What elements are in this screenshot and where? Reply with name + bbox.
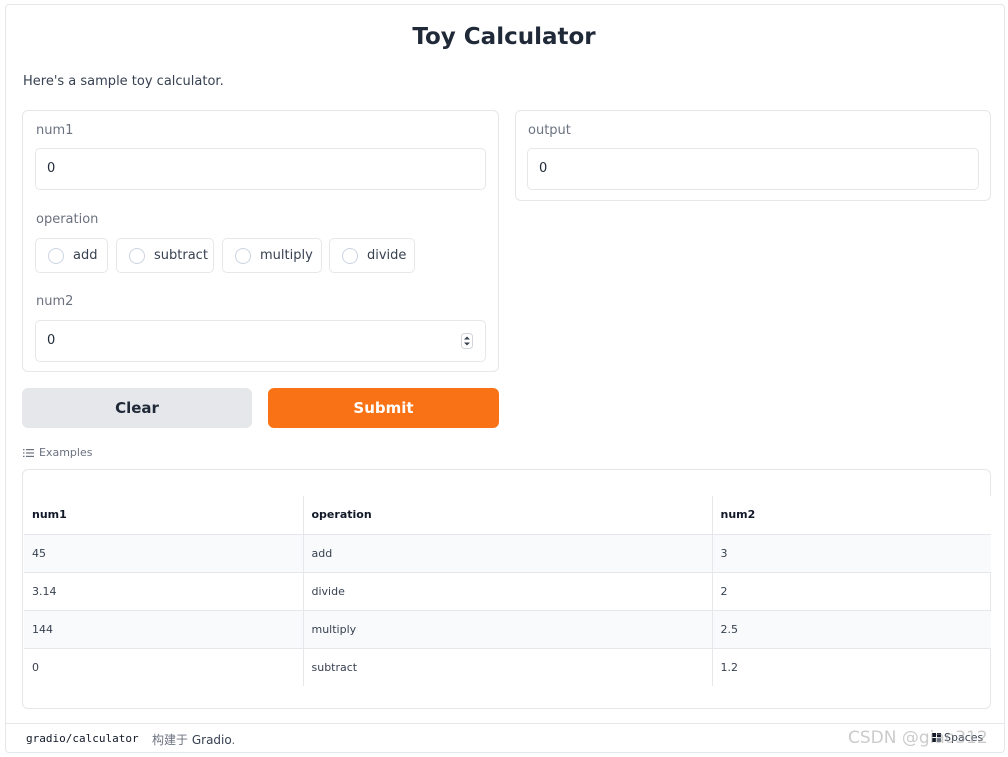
operation-label: operation: [36, 212, 99, 227]
table-cell: 1.2: [720, 660, 739, 674]
table-row[interactable]: 3.14 divide 2: [24, 572, 991, 611]
table-cell: 144: [24, 610, 304, 649]
table-cell: 45: [24, 534, 304, 573]
radio-circle-icon: [235, 247, 251, 264]
period: .: [231, 733, 236, 747]
num1-label: num1: [36, 123, 74, 138]
examples-header: Examples: [23, 446, 92, 459]
table-row[interactable]: 45 add 3: [24, 534, 991, 573]
output-label: output: [528, 123, 571, 138]
page-title: Toy Calculator: [412, 24, 596, 50]
radio-divide-label: divide: [367, 248, 407, 263]
radio-add[interactable]: add: [35, 238, 108, 273]
gradio-link[interactable]: Gradio: [192, 733, 232, 747]
submit-button[interactable]: Submit: [268, 388, 499, 428]
table-cell: 2: [712, 572, 991, 611]
column-header-num2: num2: [712, 496, 991, 535]
table-cell: 2.5: [712, 610, 991, 649]
examples-label: Examples: [39, 446, 93, 459]
table-header-row: num1 operation num2: [24, 496, 991, 535]
table-cell: multiply: [303, 610, 713, 649]
radio-circle-icon: [129, 247, 145, 264]
num2-value: 0: [47, 333, 56, 348]
radio-add-label: add: [73, 248, 98, 263]
radio-subtract-label: subtract: [154, 248, 208, 263]
column-header-operation: operation: [303, 496, 713, 535]
watermark-text: CSDN @giao312: [848, 728, 988, 748]
inputs-panel: num1 0 operation add subtract multiply d…: [22, 110, 499, 372]
table-row[interactable]: 0 subtract 1.2: [24, 648, 991, 686]
repo-link[interactable]: gradio/calculator: [26, 732, 139, 745]
num2-input[interactable]: 0: [35, 320, 486, 362]
radio-circle-icon: [342, 247, 358, 264]
list-icon: [23, 448, 34, 457]
table-cell: 3.14: [24, 572, 304, 611]
page-description: Here's a sample toy calculator.: [23, 74, 224, 89]
column-header-num1: num1: [24, 496, 304, 535]
spinner-arrows-icon[interactable]: [461, 333, 473, 349]
output-panel: output 0: [515, 110, 991, 201]
built-with-label: 构建于: [152, 733, 189, 747]
radio-multiply[interactable]: multiply: [222, 238, 322, 273]
examples-table-container: num1 operation num2 45 add 3 3.14 divide…: [22, 469, 991, 709]
output-field[interactable]: 0: [527, 148, 979, 190]
radio-divide[interactable]: divide: [329, 238, 415, 273]
built-with-text: 构建于 Gradio.: [152, 731, 235, 748]
table-cell: add: [303, 534, 713, 573]
table-row[interactable]: 144 multiply 2.5: [24, 610, 991, 649]
radio-circle-icon: [48, 247, 64, 264]
num2-label: num2: [36, 294, 74, 309]
examples-table: num1 operation num2 45 add 3 3.14 divide…: [24, 496, 991, 686]
table-cell: divide: [303, 572, 713, 611]
table-cell: 0: [24, 648, 304, 686]
table-cell: 3: [712, 534, 991, 573]
clear-button[interactable]: Clear: [22, 388, 252, 428]
radio-multiply-label: multiply: [260, 248, 313, 263]
num1-input[interactable]: 0: [35, 148, 486, 190]
radio-subtract[interactable]: subtract: [116, 238, 214, 273]
table-cell: subtract: [303, 648, 713, 686]
